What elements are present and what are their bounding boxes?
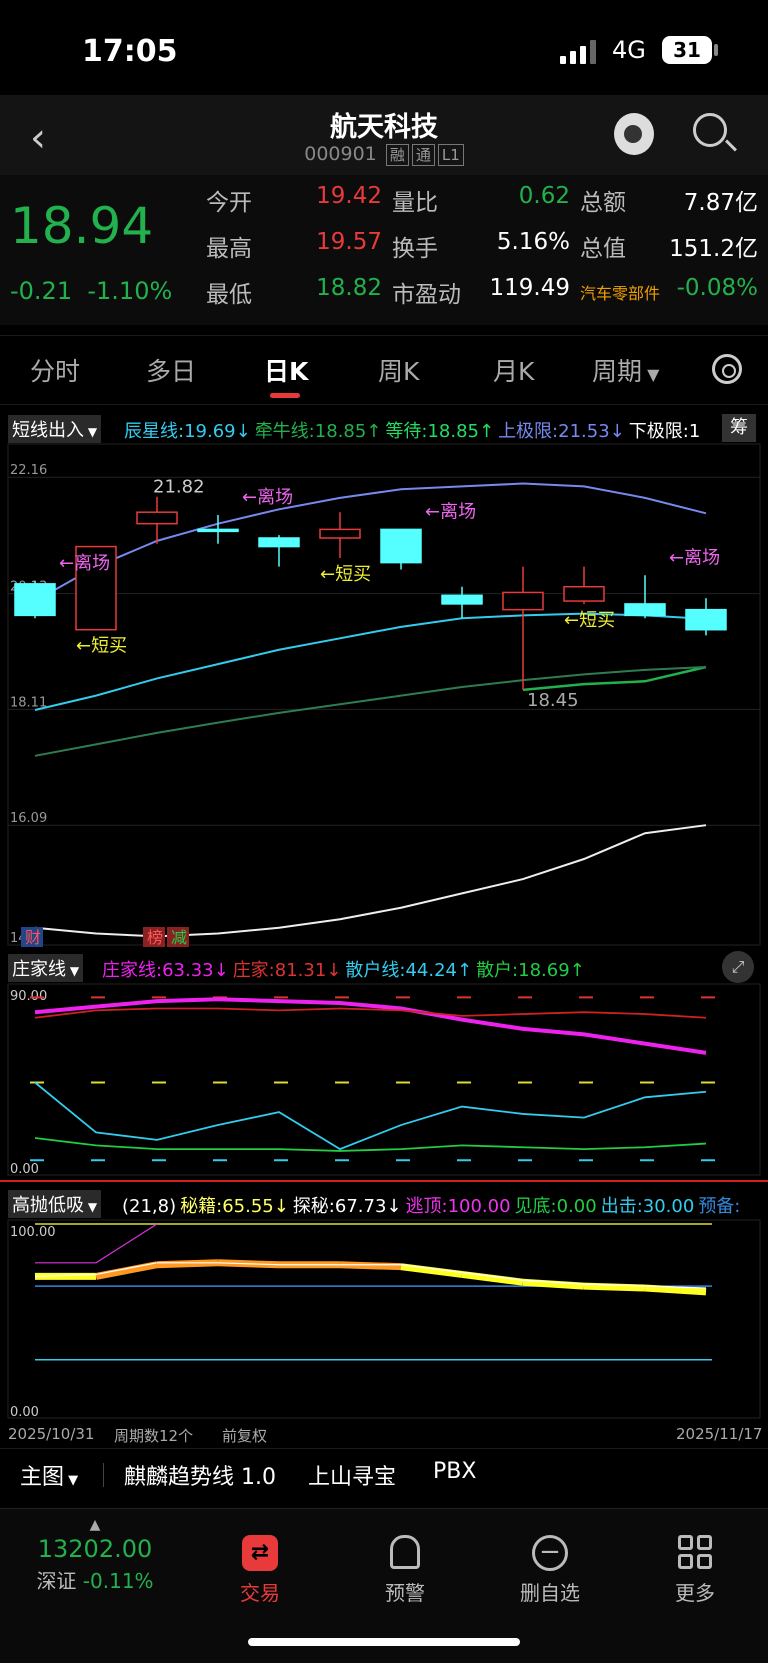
- main-chart-frame: [7, 443, 761, 946]
- indicator-tab-qilin[interactable]: 麒麟趋势线 1.0: [124, 1459, 276, 1491]
- y-tick-label: 100.00: [10, 1225, 56, 1240]
- sub2-frame: [7, 1219, 761, 1419]
- indicator-value: 逃顶:100.00: [405, 1196, 511, 1217]
- secret-band-segment: [400, 1263, 463, 1278]
- index-row: 深证 -0.11%: [20, 1565, 170, 1594]
- remove-watchlist-button[interactable]: − 删自选: [500, 1535, 600, 1606]
- remove-watchlist-label: 删自选: [520, 1581, 580, 1605]
- event-badge: 减: [171, 928, 187, 947]
- main-chart-label: 主图: [20, 1465, 65, 1490]
- chart-annotation: ←离场: [669, 547, 720, 568]
- date-start: 2025/10/31: [8, 1425, 95, 1443]
- y-tick-label: 16.09: [10, 811, 47, 826]
- indicator-tab-shangshan[interactable]: 上山寻宝: [308, 1459, 396, 1491]
- candle-body: [136, 511, 178, 525]
- alert-label: 预警: [385, 1581, 425, 1605]
- event-badge: 榜: [147, 928, 163, 947]
- sub2-indicator-name: 高抛低吸: [12, 1195, 84, 1216]
- grid-icon: [678, 1535, 712, 1569]
- candle-body: [563, 585, 605, 602]
- candle-body: [319, 528, 361, 539]
- series-line-长期线: [34, 824, 707, 938]
- indicator-value: 探秘:67.73↓: [292, 1196, 402, 1217]
- bell-icon: [390, 1535, 420, 1569]
- home-indicator: [248, 1638, 520, 1646]
- candle-body: [258, 537, 300, 548]
- candle-body: [441, 594, 483, 605]
- chart-annotation: ←短买: [564, 610, 615, 631]
- chevron-down-icon: ▼: [84, 1200, 98, 1214]
- chart-annotation: ←离场: [59, 553, 110, 574]
- price-adjust: 前复权: [222, 1427, 268, 1445]
- indicator-value: 散户:18.69↑: [476, 960, 585, 981]
- candle-body: [685, 608, 727, 631]
- chart-annotation: ←短买: [320, 564, 371, 585]
- sub1-indicator-values: 庄家线:63.33↓ 庄家:81.31↓ 散户线:44.24↑ 散户:18.69↑: [102, 956, 589, 982]
- candle-body: [14, 583, 56, 617]
- sub2-indicator-selector[interactable]: 高抛低吸 ▼: [8, 1190, 102, 1218]
- trade-button[interactable]: ⇄ 交易: [210, 1535, 310, 1606]
- chart-annotation: 21.82: [153, 477, 205, 498]
- indicator-value: 庄家线:63.33↓: [102, 960, 229, 981]
- indicator-value: 见底:0.00: [514, 1196, 597, 1217]
- secret-band-segment: [461, 1270, 524, 1286]
- chart-annotation: 18.45: [527, 690, 579, 711]
- y-tick-label: 0.00: [10, 1162, 39, 1177]
- main-chart-selector[interactable]: 主图 ▼: [20, 1459, 78, 1491]
- chevron-up-icon: ▲: [89, 1517, 101, 1533]
- index-widget[interactable]: ▲ 13202.00 深证 -0.11%: [20, 1517, 170, 1594]
- candle-body: [380, 528, 422, 564]
- secret-band-segment: [644, 1284, 707, 1296]
- sub1-indicator-selector[interactable]: 庄家线 ▼: [8, 954, 84, 982]
- indicator-tabs: 主图 ▼ 麒麟趋势线 1.0 上山寻宝 PBX: [0, 1448, 768, 1498]
- indicator-value: 预备:: [698, 1196, 741, 1217]
- period-count: 周期数12个: [114, 1427, 194, 1445]
- expand-icon[interactable]: ⤢: [722, 951, 754, 983]
- index-value: 13202.00: [37, 1535, 153, 1563]
- index-name: 深证: [36, 1569, 77, 1593]
- more-label: 更多: [675, 1581, 715, 1605]
- trade-label: 交易: [240, 1581, 280, 1605]
- y-tick-label: 22.16: [10, 463, 47, 478]
- indicator-tab-pbx[interactable]: PBX: [433, 1459, 476, 1484]
- series-line-散户: [34, 1137, 707, 1152]
- index-change: -0.11%: [82, 1569, 154, 1593]
- candle-body: [502, 591, 544, 611]
- sub1-indicator-name: 庄家线: [12, 959, 66, 980]
- chevron-down-icon: ▼: [66, 964, 80, 978]
- candle-body: [624, 603, 666, 617]
- sub1-indicator-row: 庄家线 ▼ 庄家线:63.33↓ 庄家:81.31↓ 散户线:44.24↑ 散户:18…: [0, 950, 768, 984]
- sub2-indicator-row: 高抛低吸 ▼ (21,8) 秘籍:65.55↓ 探秘:67.73↓ 逃顶:100.00…: [0, 1186, 768, 1220]
- series-line-庄家线: [34, 997, 707, 1055]
- secret-band-segment: [95, 1261, 158, 1280]
- sub2-indicator-values: (21,8) 秘籍:65.55↓ 探秘:67.73↓ 逃顶:100.00 见底:0.00…: [122, 1192, 744, 1218]
- minus-circle-icon: −: [532, 1535, 568, 1571]
- candle-body: [197, 528, 239, 533]
- trade-icon: ⇄: [242, 1535, 278, 1571]
- date-axis: 2025/10/31 周期数12个 前复权 2025/11/17: [0, 1425, 768, 1447]
- indicator-value: (21,8): [122, 1196, 177, 1217]
- event-badge: 财: [25, 928, 41, 947]
- date-end: 2025/11/17: [676, 1425, 763, 1443]
- chart-annotation: ←短买: [76, 636, 127, 657]
- chevron-down-icon: ▼: [64, 1473, 79, 1488]
- series-line-庄家: [34, 1007, 707, 1019]
- series-line-下轨线: [34, 665, 707, 757]
- indicator-value: 出击:30.00: [600, 1196, 695, 1217]
- y-tick-label: 0.00: [10, 1405, 39, 1420]
- chart-annotation: ←离场: [242, 487, 293, 508]
- chart-annotation: ←离场: [425, 501, 476, 522]
- series-line-散户线: [34, 1081, 707, 1151]
- indicator-value: 散户线:44.24↑: [345, 960, 473, 981]
- alert-button[interactable]: 预警: [355, 1535, 455, 1606]
- divider: [103, 1463, 104, 1487]
- indicator-value: 秘籍:65.55↓: [180, 1196, 289, 1217]
- indicator-value: 庄家:81.31↓: [232, 960, 342, 981]
- more-button[interactable]: 更多: [645, 1535, 745, 1606]
